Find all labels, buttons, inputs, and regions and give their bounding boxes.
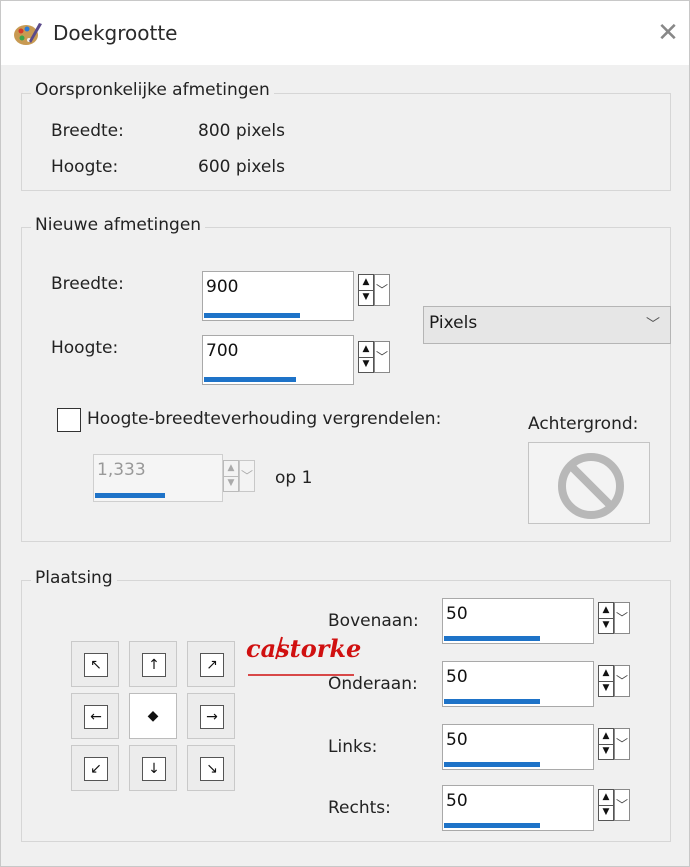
bottom-label: Onderaan: <box>328 674 418 694</box>
title-bar: Doekgrootte ✕ <box>1 1 689 65</box>
ratio-stepper: ▲ ▼ <box>223 460 239 492</box>
new-width-label: Breedte: <box>51 274 124 294</box>
bottom-progress <box>444 699 540 704</box>
original-width-label: Breedte: <box>51 121 124 141</box>
no-symbol-icon <box>558 453 624 519</box>
new-height-dropdown-icon[interactable]: ﹀ <box>374 341 390 373</box>
anchor-right[interactable]: → <box>187 693 235 739</box>
background-label: Achtergrond: <box>528 414 639 434</box>
increment-arrow-icon[interactable]: ▲ <box>359 342 373 358</box>
increment-arrow-icon: ▲ <box>224 461 238 477</box>
anchor-bottom[interactable]: ↓ <box>129 745 177 791</box>
new-height-label: Hoogte: <box>51 338 119 358</box>
dialog-title: Doekgrootte <box>53 21 178 45</box>
decrement-arrow-icon[interactable]: ▼ <box>599 618 613 633</box>
right-dropdown-icon[interactable]: ﹀ <box>614 789 630 821</box>
new-height-value: 700 <box>206 341 239 361</box>
decrement-arrow-icon: ▼ <box>227 478 235 488</box>
top-spinner[interactable]: 50 ▲ ▼ ﹀ <box>442 598 638 644</box>
top-progress <box>444 636 540 641</box>
right-progress <box>444 823 540 828</box>
new-size-title: Nieuwe afmetingen <box>31 215 206 235</box>
anchor-left[interactable]: ← <box>71 693 119 739</box>
right-stepper[interactable]: ▲ ▼ <box>598 789 614 821</box>
lock-ratio-label[interactable]: Hoogte-breedteverhouding vergrendelen: <box>87 409 441 429</box>
chevron-down-icon: ﹀ <box>646 317 660 333</box>
left-stepper[interactable]: ▲ ▼ <box>598 728 614 760</box>
top-stepper[interactable]: ▲ ▼ <box>598 602 614 634</box>
arrow-right-icon: → <box>200 705 224 729</box>
arrow-up-right-icon: ↗ <box>200 653 224 677</box>
center-dot-icon: ◆ <box>142 705 164 727</box>
anchor-top[interactable]: ↑ <box>129 641 177 687</box>
new-width-progress <box>204 313 300 318</box>
ratio-dropdown-icon: ﹀ <box>239 460 255 492</box>
new-height-progress <box>204 377 296 382</box>
anchor-center[interactable]: ◆ <box>129 693 177 739</box>
ratio-suffix: op 1 <box>275 468 313 488</box>
left-label: Links: <box>328 737 378 757</box>
decrement-arrow-icon[interactable]: ▼ <box>359 357 373 372</box>
anchor-top-left[interactable]: ↖ <box>71 641 119 687</box>
original-height-label: Hoogte: <box>51 157 119 177</box>
anchor-bottom-left[interactable]: ↙ <box>71 745 119 791</box>
original-height-value: 600 pixels <box>198 157 285 177</box>
decrement-arrow-icon[interactable]: ▼ <box>599 681 613 696</box>
new-width-spinner[interactable]: 900 ▲ ▼ ﹀ <box>202 271 398 321</box>
increment-arrow-icon[interactable]: ▲ <box>599 729 613 745</box>
increment-arrow-icon[interactable]: ▲ <box>599 603 613 619</box>
unit-select-value: Pixels <box>429 313 478 333</box>
ratio-value: 1,333 <box>97 460 146 480</box>
paint-palette-icon <box>14 23 42 45</box>
unit-select[interactable]: Pixels ﹀ <box>423 306 671 344</box>
new-height-spinner[interactable]: 700 ▲ ▼ ﹀ <box>202 335 398 385</box>
original-size-title: Oorspronkelijke afmetingen <box>31 80 274 100</box>
right-label: Rechts: <box>328 798 391 818</box>
bottom-dropdown-icon[interactable]: ﹀ <box>614 665 630 697</box>
ratio-progress <box>95 493 165 498</box>
left-progress <box>444 762 540 767</box>
arrow-down-left-icon: ↙ <box>84 757 108 781</box>
decrement-arrow-icon[interactable]: ▼ <box>599 805 613 820</box>
increment-arrow-icon[interactable]: ▲ <box>599 790 613 806</box>
top-label: Bovenaan: <box>328 611 419 631</box>
lock-ratio-checkbox[interactable] <box>57 408 81 432</box>
left-dropdown-icon[interactable]: ﹀ <box>614 728 630 760</box>
bottom-spinner[interactable]: 50 ▲ ▼ ﹀ <box>442 661 638 707</box>
left-value: 50 <box>446 730 468 750</box>
ratio-spinner: 1,333 ▲ ▼ ﹀ <box>93 454 265 502</box>
new-width-stepper[interactable]: ▲ ▼ <box>358 274 374 306</box>
anchor-bottom-right[interactable]: ↘ <box>187 745 235 791</box>
bottom-stepper[interactable]: ▲ ▼ <box>598 665 614 697</box>
new-height-stepper[interactable]: ▲ ▼ <box>358 341 374 373</box>
right-value: 50 <box>446 791 468 811</box>
right-spinner[interactable]: 50 ▲ ▼ ﹀ <box>442 785 638 831</box>
increment-arrow-icon[interactable]: ▲ <box>599 666 613 682</box>
original-size-group <box>21 93 671 191</box>
decrement-arrow-icon[interactable]: ▼ <box>359 290 373 305</box>
left-spinner[interactable]: 50 ▲ ▼ ﹀ <box>442 724 638 770</box>
increment-arrow-icon[interactable]: ▲ <box>359 275 373 291</box>
bottom-value: 50 <box>446 667 468 687</box>
arrow-down-right-icon: ↘ <box>200 757 224 781</box>
close-icon[interactable]: ✕ <box>654 19 682 47</box>
anchor-top-right[interactable]: ↗ <box>187 641 235 687</box>
watermark-text: castorke <box>246 634 361 663</box>
background-swatch[interactable] <box>528 442 650 524</box>
arrow-up-left-icon: ↖ <box>84 653 108 677</box>
arrow-down-icon: ↓ <box>142 757 166 781</box>
arrow-up-icon: ↑ <box>142 653 166 677</box>
new-width-dropdown-icon[interactable]: ﹀ <box>374 274 390 306</box>
top-value: 50 <box>446 604 468 624</box>
canvas-size-dialog: Doekgrootte ✕ Oorspronkelijke afmetingen… <box>0 0 690 867</box>
new-width-value: 900 <box>206 277 239 297</box>
decrement-arrow-icon[interactable]: ▼ <box>599 744 613 759</box>
placement-title: Plaatsing <box>31 568 117 588</box>
arrow-left-icon: ← <box>84 705 108 729</box>
original-width-value: 800 pixels <box>198 121 285 141</box>
top-dropdown-icon[interactable]: ﹀ <box>614 602 630 634</box>
